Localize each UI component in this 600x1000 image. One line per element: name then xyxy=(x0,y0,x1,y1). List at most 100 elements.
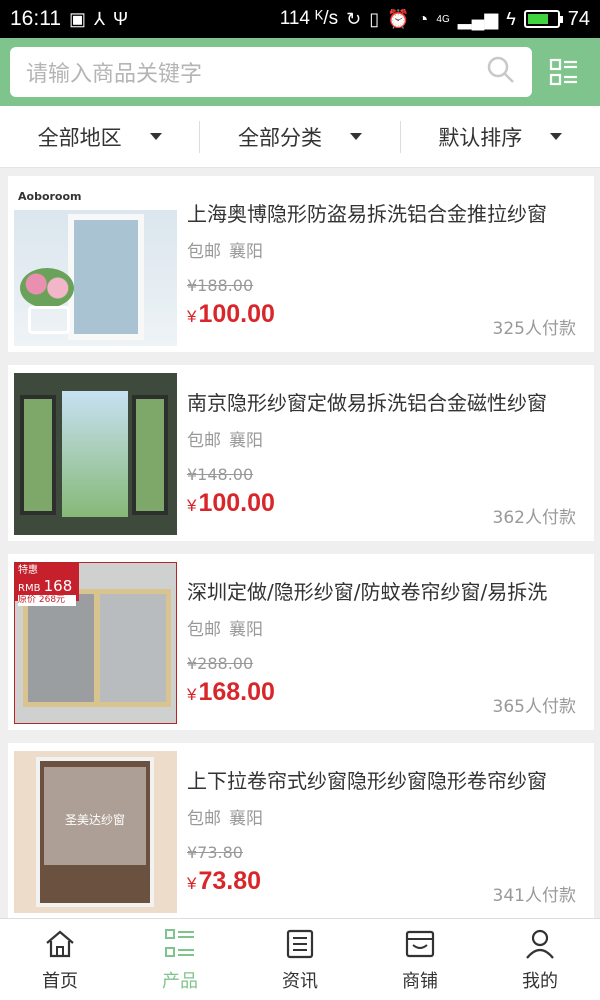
currency-symbol: ¥ xyxy=(187,496,197,515)
original-price: ¥288.00 xyxy=(187,654,254,673)
product-title[interactable]: 上海奥博隐形防盗易拆洗铝合金推拉纱窗 xyxy=(187,198,577,227)
product-list: Aoboroom 上海奥博隐形防盗易拆洗铝合金推拉纱窗 包邮 襄阳 ¥188.0… xyxy=(8,176,594,932)
window-pane-graphic xyxy=(132,395,168,515)
image-icon: ▣ xyxy=(69,9,87,29)
sync-icon: ↻ xyxy=(346,9,362,29)
promo-tag-orig: 原价 268元 xyxy=(18,595,76,606)
currency-symbol: ¥ xyxy=(187,307,197,326)
nav-products[interactable]: 产品 xyxy=(120,919,240,1000)
location-label: 襄阳 xyxy=(229,431,263,451)
product-card[interactable]: 南京隐形纱窗定做易拆洗铝合金磁性纱窗 包邮 襄阳 ¥148.00 ¥100.00… xyxy=(8,365,594,541)
filter-label: 全部分类 xyxy=(237,125,322,150)
window-pane-graphic xyxy=(20,395,56,515)
window-graphic xyxy=(23,589,171,707)
nav-home[interactable]: 首页 xyxy=(0,919,120,1000)
promo-tag-line1: 特惠 xyxy=(18,565,38,576)
news-icon xyxy=(286,929,314,958)
shipping-info: 包邮 襄阳 xyxy=(187,804,588,829)
usb-icon: Ψ xyxy=(113,9,129,29)
product-image[interactable]: Aoboroom xyxy=(14,184,177,346)
nav-label: 我的 xyxy=(522,970,558,992)
caret-down-icon xyxy=(149,133,162,140)
filter-category[interactable]: 全部分类 xyxy=(199,120,399,153)
share-icon: ⅄ xyxy=(94,9,106,29)
window-frame-graphic xyxy=(68,214,144,340)
product-info: 上下拉卷帘式纱窗隐形纱窗隐形卷帘纱窗 包邮 襄阳 ¥73.80 ¥73.80 3… xyxy=(177,751,588,911)
window-glass-graphic xyxy=(62,391,128,517)
product-title[interactable]: 上下拉卷帘式纱窗隐形纱窗隐形卷帘纱窗 xyxy=(187,765,577,794)
filter-label: 全部地区 xyxy=(37,125,122,150)
product-info: 上海奥博隐形防盗易拆洗铝合金推拉纱窗 包邮 襄阳 ¥188.00 ¥100.00… xyxy=(177,184,588,344)
original-price: ¥188.00 xyxy=(187,276,254,295)
nav-label: 资讯 xyxy=(282,970,318,992)
grid-list-icon xyxy=(165,928,194,957)
caret-down-icon xyxy=(349,133,362,140)
bottom-nav: 首页 产品 资讯 商铺 我的 xyxy=(0,918,600,1000)
caret-down-icon xyxy=(550,133,563,140)
network-type: 4G xyxy=(436,13,450,25)
nav-profile[interactable]: 我的 xyxy=(480,919,600,1000)
nav-store[interactable]: 商铺 xyxy=(360,919,480,1000)
store-icon xyxy=(405,930,435,957)
search-icon[interactable] xyxy=(486,55,516,89)
shipping-info: 包邮 襄阳 xyxy=(187,615,588,640)
wifi-icon: ◔ xyxy=(417,9,429,29)
shipping-info: 包邮 襄阳 xyxy=(187,237,588,262)
filter-label: 默认排序 xyxy=(438,125,523,150)
shipping-label: 包邮 xyxy=(187,242,221,262)
nav-label: 产品 xyxy=(162,970,198,992)
category-menu-button[interactable] xyxy=(538,47,590,97)
status-bar-left: 16:11 ▣ ⅄ Ψ xyxy=(10,7,128,31)
product-card[interactable]: 特惠 RMB 168 原价 268元 深圳定做/隐形纱窗/防蚊卷帘纱窗/易拆洗 … xyxy=(8,554,594,730)
product-image[interactable] xyxy=(14,373,177,535)
home-icon xyxy=(46,930,74,957)
search-input[interactable]: 请输入商品关键字 xyxy=(10,47,533,97)
location-label: 襄阳 xyxy=(229,242,263,262)
location-label: 襄阳 xyxy=(229,620,263,640)
flowers-graphic xyxy=(20,268,74,308)
brand-watermark: 圣美达纱窗 xyxy=(64,813,125,827)
promo-tag-price: 168 xyxy=(43,577,73,595)
list-menu-icon xyxy=(549,58,578,86)
location-label: 襄阳 xyxy=(229,809,263,829)
product-title[interactable]: 深圳定做/隐形纱窗/防蚊卷帘纱窗/易拆洗 xyxy=(187,576,577,605)
charging-icon: ϟ xyxy=(506,9,516,29)
current-price: ¥100.00 xyxy=(187,489,275,518)
current-price: ¥100.00 xyxy=(187,300,275,329)
current-price: ¥168.00 xyxy=(187,678,275,707)
shipping-info: 包邮 襄阳 xyxy=(187,426,588,451)
original-price: ¥148.00 xyxy=(187,465,254,484)
search-placeholder: 请输入商品关键字 xyxy=(26,62,203,87)
cart-graphic xyxy=(28,306,70,334)
shipping-label: 包邮 xyxy=(187,620,221,640)
shipping-label: 包邮 xyxy=(187,809,221,829)
product-card[interactable]: 圣美达纱窗 上下拉卷帘式纱窗隐形纱窗隐形卷帘纱窗 包邮 襄阳 ¥73.80 ¥7… xyxy=(8,743,594,919)
paid-count: 362人付款 xyxy=(492,508,576,528)
paid-count: 341人付款 xyxy=(492,886,576,906)
person-icon xyxy=(526,929,554,959)
status-bar: 16:11 ▣ ⅄ Ψ 114 ᴷ/s ↻ ▯ ⏰ ◔ 4G ▂▄▆ ϟ 74 xyxy=(0,0,600,38)
product-image[interactable]: 圣美达纱窗 xyxy=(14,751,177,913)
product-info: 南京隐形纱窗定做易拆洗铝合金磁性纱窗 包邮 襄阳 ¥148.00 ¥100.00… xyxy=(177,373,588,533)
nav-news[interactable]: 资讯 xyxy=(240,919,360,1000)
product-card[interactable]: Aoboroom 上海奥博隐形防盗易拆洗铝合金推拉纱窗 包邮 襄阳 ¥188.0… xyxy=(8,176,594,352)
filter-sort[interactable]: 默认排序 xyxy=(399,120,600,153)
product-image[interactable]: 特惠 RMB 168 原价 268元 xyxy=(14,562,177,724)
network-speed: 114 ᴷ/s xyxy=(279,8,339,29)
currency-symbol: ¥ xyxy=(187,685,197,704)
shipping-label: 包邮 xyxy=(187,431,221,451)
nav-label: 商铺 xyxy=(402,970,438,992)
price-value: 73.80 xyxy=(198,867,262,895)
promo-tag: 特惠 RMB 168 原价 268元 xyxy=(15,563,79,606)
status-time: 16:11 xyxy=(10,7,61,30)
filter-bar: 全部地区 全部分类 默认排序 xyxy=(0,106,600,168)
filter-region[interactable]: 全部地区 xyxy=(0,121,199,153)
brand-logo: Aoboroom xyxy=(14,184,177,210)
product-info: 深圳定做/隐形纱窗/防蚊卷帘纱窗/易拆洗 包邮 襄阳 ¥288.00 ¥168.… xyxy=(177,562,588,722)
product-title[interactable]: 南京隐形纱窗定做易拆洗铝合金磁性纱窗 xyxy=(187,387,577,416)
currency-symbol: ¥ xyxy=(187,874,197,893)
promo-tag-line2: RMB xyxy=(18,583,41,594)
current-price: ¥73.80 xyxy=(187,867,261,896)
vibrate-icon: ▯ xyxy=(369,9,380,29)
paid-count: 365人付款 xyxy=(492,697,576,717)
